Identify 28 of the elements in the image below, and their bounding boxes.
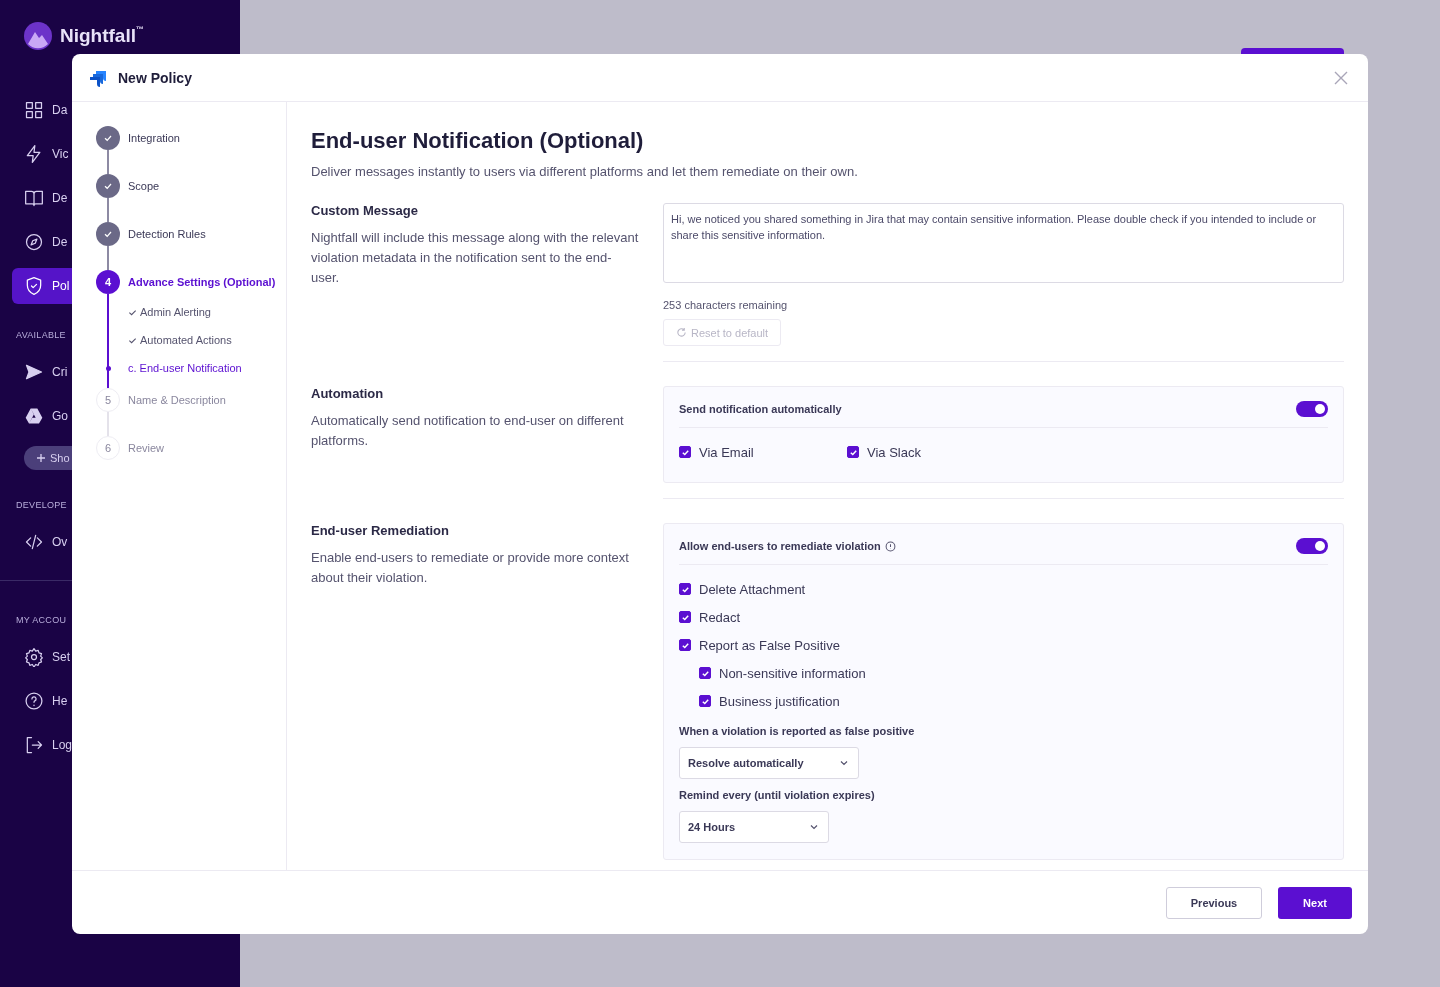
section-title: Custom Message xyxy=(311,203,419,218)
field-label: Remind every (until violation expires) xyxy=(679,789,876,801)
toggle-label: Allow end-users to remediate violation xyxy=(679,540,881,552)
checkbox-label: Business justification xyxy=(719,693,840,709)
section-description: Enable end-users to remediate or provide more context about their violation. xyxy=(311,549,630,587)
section-description: Automatically send notification to end-user on different platforms. xyxy=(311,412,625,450)
checkbox-label: Redact xyxy=(699,609,741,625)
step-indicator: 6 xyxy=(96,436,120,460)
toggle-label: Send notification automatically xyxy=(679,403,842,415)
page-description: Deliver messages instantly to users via different platforms and let them remediate on their own. xyxy=(311,164,859,179)
section-heading: AVAILABLE xyxy=(15,329,66,342)
checkbox-label: Non-sensitive information xyxy=(719,665,866,681)
checkbox-label: Delete Attachment xyxy=(699,581,806,597)
character-counter: 253 characters remaining xyxy=(663,299,789,311)
field-label: When a violation is reported as false positive xyxy=(679,725,916,737)
checkbox-label: Via Email xyxy=(699,444,754,460)
section-heading: DEVELOPE xyxy=(15,499,67,512)
checkbox-label: Via Slack xyxy=(867,444,921,460)
brand-name: Nightfall™ xyxy=(60,25,144,47)
section-heading: MY ACCOU xyxy=(15,614,67,627)
section-description: Nightfall will include this message along with the relevant violation metadata in the notification sent to the end-user. xyxy=(311,229,639,287)
section-title: End-user Remediation xyxy=(311,523,450,538)
page-heading: End-user Notification (Optional) xyxy=(311,128,645,154)
step-indicator: 5 xyxy=(96,388,120,412)
checkbox-label: Report as False Positive xyxy=(699,637,840,653)
step-indicator: 4 xyxy=(96,270,120,294)
section-title: Automation xyxy=(311,386,385,401)
modal-title: New Policy xyxy=(118,69,193,86)
